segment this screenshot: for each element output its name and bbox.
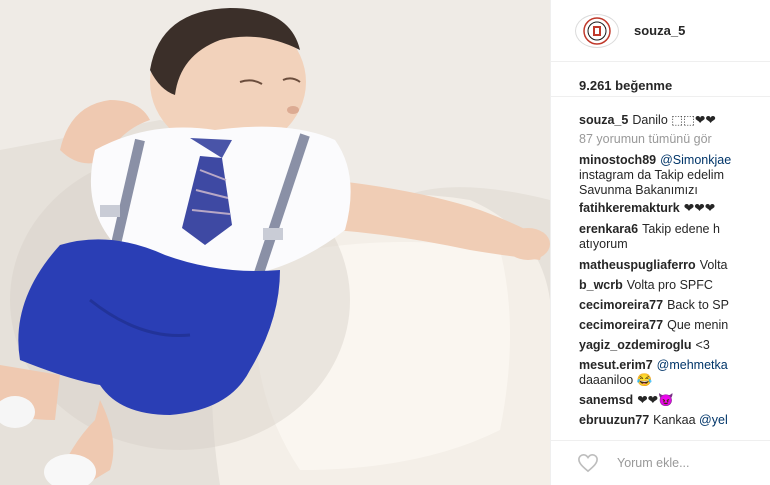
comment-text: Volta pro SPFC [626,278,713,292]
likes-count[interactable]: 9.261 beğenme [579,78,672,93]
list-item: mesut.erim7 @mehmetka daaaniloo 😂 [579,358,770,388]
comment-text: Kankaa [653,413,696,427]
post-photo[interactable] [0,0,550,485]
list-item: sanemsd ❤❤😈 [579,393,770,408]
view-all-comments-link[interactable]: 87 yorumun tümünü gör [579,132,770,147]
comment-username[interactable]: erenkara6 [579,222,638,236]
list-item: matheuspugliaferro Volta [579,258,770,273]
comment-text: Que menin [667,318,729,332]
comment-text: <3 [695,338,710,352]
list-item: cecimoreira77 Back to SP [579,298,770,313]
list-item: fatihkeremakturk ❤❤❤ [579,201,770,216]
comment-username[interactable]: b_wcrb [579,278,623,292]
comment-username[interactable]: matheuspugliaferro [579,258,696,272]
comment-text: daaaniloo 😂 [579,373,653,387]
comment-text: instagram da Takip edelim [579,168,724,182]
comment-mention[interactable]: @Simonkjae [660,153,731,167]
comment-username[interactable]: minostoch89 [579,153,656,167]
comments-list: souza_5 Danilo ⬚⬚❤❤ 87 yorumun tümünü gör… [551,96,770,436]
comment-username[interactable]: sanemsd [579,393,633,407]
comment-text: ❤❤😈 [637,393,674,407]
list-item: erenkara6 Takip edene h atıyorum [579,222,770,252]
comment-text: Savunma Bakanımızı [579,183,698,197]
add-comment-input[interactable] [617,456,757,470]
list-item: ebruuzun77 Kankaa @yel [579,413,770,428]
comment-text: Takip edene h [642,222,720,236]
comment-mention[interactable]: @yel [699,413,728,427]
comment-username[interactable]: cecimoreira77 [579,298,663,312]
post-author-username[interactable]: souza_5 [634,23,685,38]
comment-username[interactable]: mesut.erim7 [579,358,653,372]
comment-username[interactable]: ebruuzun77 [579,413,649,427]
caption-text: Danilo ⬚⬚❤❤ [632,113,716,127]
caption: souza_5 Danilo ⬚⬚❤❤ [579,113,770,128]
list-item: yagiz_ozdemiroglu <3 [579,338,770,353]
comment-mention[interactable]: @mehmetka [657,358,728,372]
list-item: b_wcrb Volta pro SPFC [579,278,770,293]
list-item: minostoch89 @Simonkjae instagram da Takip… [579,153,770,198]
list-item: cecimoreira77 Que menin [579,318,770,333]
caption-username[interactable]: souza_5 [579,113,628,127]
post-sidebar: souza_5 9.261 beğenme souza_5 Danilo ⬚⬚❤❤… [550,0,770,485]
comment-username[interactable]: cecimoreira77 [579,318,663,332]
heart-outline-icon[interactable] [577,452,601,474]
baby-photo-illustration [0,0,550,485]
comment-text: Back to SP [667,298,729,312]
comment-username[interactable]: fatihkeremakturk [579,201,680,215]
comment-composer [551,440,770,485]
comment-text: ❤❤❤ [683,201,716,215]
comment-username[interactable]: yagiz_ozdemiroglu [579,338,692,352]
comment-text: atıyorum [579,237,628,251]
comment-text: Volta [699,258,728,272]
post-header: souza_5 [551,0,770,62]
club-crest-icon[interactable] [575,13,619,48]
